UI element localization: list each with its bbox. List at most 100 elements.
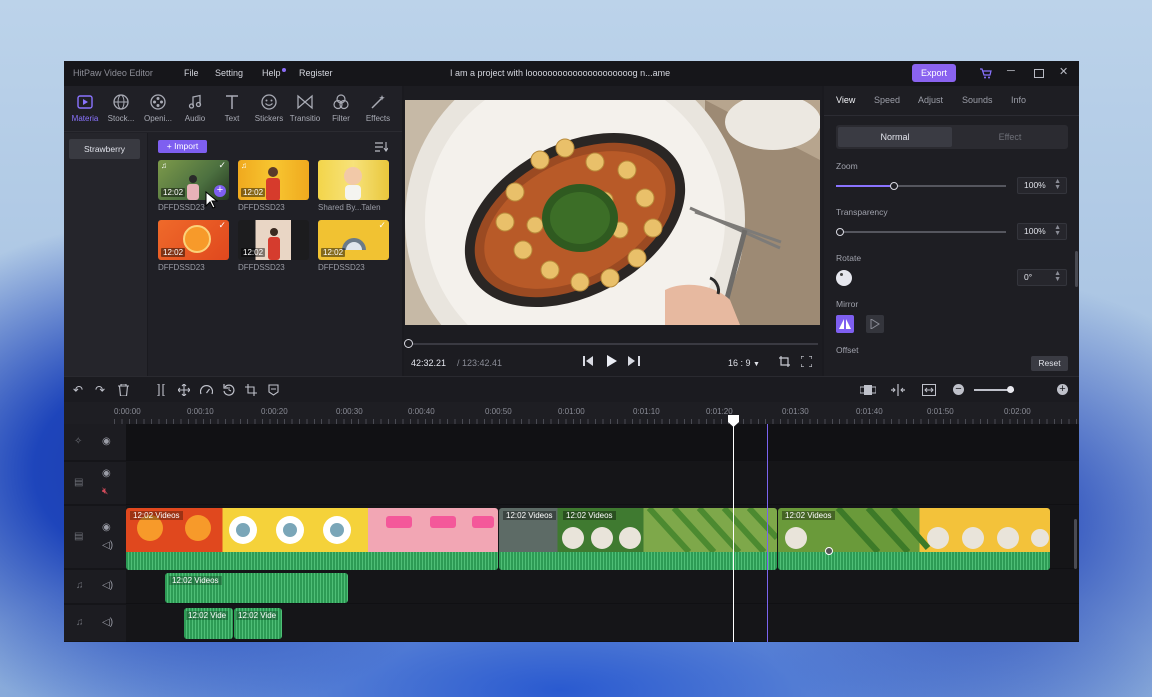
sort-icon[interactable] bbox=[375, 142, 388, 152]
mode-normal[interactable]: Normal bbox=[838, 127, 952, 147]
speaker-icon[interactable]: ◁) bbox=[102, 617, 113, 628]
speaker-muted-icon[interactable]: 🔇︎ bbox=[102, 486, 108, 497]
stepper-icon[interactable]: ▲ ▼ bbox=[1054, 270, 1061, 283]
move-icon[interactable] bbox=[178, 384, 190, 396]
tab-filter[interactable]: Filter bbox=[322, 94, 360, 123]
menu-setting[interactable]: Setting bbox=[215, 68, 243, 78]
crop-icon[interactable] bbox=[779, 356, 790, 367]
eye-icon[interactable]: ◉ bbox=[102, 436, 111, 447]
media-thumb[interactable]: ♫ ✓ 12:02 + bbox=[158, 160, 229, 200]
crop-rotate-icon[interactable] bbox=[245, 384, 257, 396]
filter-circles-icon bbox=[333, 94, 349, 110]
tab-opening[interactable]: Openi... bbox=[139, 94, 177, 123]
keyframe-handle[interactable] bbox=[825, 547, 833, 555]
play-icon[interactable] bbox=[607, 355, 617, 367]
zoom-value-input[interactable]: 100% ▲ ▼ bbox=[1017, 177, 1067, 194]
rotate-dial[interactable] bbox=[836, 270, 852, 286]
text-icon bbox=[226, 95, 238, 109]
zoom-slider[interactable] bbox=[836, 185, 1006, 187]
minimize-icon[interactable]: ─ bbox=[1007, 65, 1015, 77]
mode-effect[interactable]: Effect bbox=[954, 127, 1066, 147]
tab-materia[interactable]: Materia bbox=[66, 94, 104, 123]
rotate-value-input[interactable]: 0° ▲ ▼ bbox=[1017, 269, 1067, 286]
reset-button[interactable]: Reset bbox=[1031, 356, 1068, 371]
project-title: I am a project with looooooooooooooooooo… bbox=[450, 68, 671, 78]
tab-audio[interactable]: Audio bbox=[176, 94, 214, 123]
speaker-icon[interactable]: ◁) bbox=[102, 540, 113, 551]
film-icon: ▤ bbox=[74, 531, 84, 542]
timeline-zoom-knob[interactable] bbox=[1007, 386, 1014, 393]
media-thumb[interactable]: ✓ 12:02 bbox=[158, 220, 229, 260]
delete-icon[interactable] bbox=[118, 384, 129, 396]
clip-label: 12:02 Videos bbox=[563, 511, 616, 520]
tab-speed[interactable]: Speed bbox=[874, 95, 900, 105]
in-point-marker[interactable] bbox=[767, 424, 768, 642]
effects-track[interactable] bbox=[126, 424, 1079, 461]
redo-icon[interactable]: ↷ bbox=[92, 383, 108, 397]
tab-view[interactable]: View bbox=[836, 95, 855, 105]
split-icon[interactable] bbox=[156, 384, 166, 396]
zoom-slider-knob[interactable] bbox=[889, 182, 898, 190]
media-thumb[interactable]: ♫ 12:02 bbox=[238, 160, 309, 200]
playhead-line[interactable] bbox=[733, 424, 734, 642]
audio-clip[interactable]: 12:02 Vide bbox=[234, 608, 282, 639]
tab-effects[interactable]: Effects bbox=[359, 94, 397, 123]
zoom-in-icon[interactable]: + bbox=[1057, 384, 1068, 395]
next-frame-icon[interactable] bbox=[628, 356, 640, 366]
tab-text[interactable]: Text bbox=[213, 94, 251, 123]
reverse-icon[interactable] bbox=[223, 384, 235, 396]
fit-timeline-icon[interactable] bbox=[922, 384, 936, 396]
export-button[interactable]: Export bbox=[912, 64, 956, 82]
fit-clip-icon[interactable] bbox=[860, 385, 876, 395]
video-clip[interactable]: 12:02 Videos bbox=[126, 508, 498, 570]
video-track-1[interactable] bbox=[126, 462, 1079, 505]
tab-transition[interactable]: Transitio bbox=[286, 94, 324, 123]
timeline-scrollbar[interactable] bbox=[1074, 519, 1077, 569]
tab-adjust[interactable]: Adjust bbox=[918, 95, 943, 105]
cart-icon[interactable] bbox=[979, 67, 992, 79]
preview-progress-knob[interactable] bbox=[404, 339, 413, 348]
previous-frame-icon[interactable] bbox=[583, 356, 595, 366]
close-icon[interactable]: ✕ bbox=[1059, 65, 1068, 78]
import-button[interactable]: + Import bbox=[158, 140, 207, 153]
preview-progress-track[interactable] bbox=[408, 343, 818, 345]
audio-clip[interactable]: 12:02 Videos bbox=[165, 573, 348, 603]
snap-icon[interactable] bbox=[891, 384, 905, 396]
stepper-icon[interactable]: ▲ ▼ bbox=[1054, 224, 1061, 237]
playhead-handle[interactable] bbox=[728, 415, 739, 427]
tab-label: Audio bbox=[184, 114, 206, 123]
mirror-vertical-button[interactable] bbox=[866, 315, 884, 333]
tab-sounds[interactable]: Sounds bbox=[962, 95, 993, 105]
mirror-horizontal-button[interactable] bbox=[836, 315, 854, 333]
media-thumb[interactable] bbox=[318, 160, 389, 200]
mark-icon[interactable] bbox=[268, 384, 279, 396]
speaker-icon[interactable]: ◁) bbox=[102, 580, 113, 591]
eye-icon[interactable]: ◉ bbox=[102, 468, 111, 479]
video-clip[interactable]: 12:02 Videos 12:02 Videos bbox=[499, 508, 777, 570]
zoom-out-icon[interactable]: − bbox=[953, 384, 964, 395]
menu-file[interactable]: File bbox=[184, 68, 199, 78]
menu-register[interactable]: Register bbox=[299, 68, 333, 78]
fullscreen-icon[interactable] bbox=[801, 356, 812, 367]
media-thumb[interactable]: ✓ 12:02 bbox=[318, 220, 389, 260]
transparency-slider-knob[interactable] bbox=[836, 228, 844, 236]
transparency-slider[interactable] bbox=[836, 231, 1006, 233]
video-frame[interactable] bbox=[405, 100, 820, 325]
aspect-ratio-select[interactable]: 16 : 9 ▼ bbox=[728, 358, 760, 368]
undo-icon[interactable]: ↶ bbox=[70, 383, 86, 397]
tab-stock[interactable]: Stock... bbox=[102, 94, 140, 123]
folder-strawberry[interactable]: Strawberry bbox=[69, 139, 140, 159]
stepper-icon[interactable]: ▲ ▼ bbox=[1054, 178, 1061, 191]
properties-scrollbar[interactable] bbox=[1075, 251, 1078, 287]
menu-help[interactable]: Help bbox=[262, 68, 286, 78]
tab-stickers[interactable]: Stickers bbox=[250, 94, 288, 123]
transparency-value-input[interactable]: 100% ▲ ▼ bbox=[1017, 223, 1067, 240]
video-clip[interactable]: 12:02 Videos bbox=[778, 508, 1050, 570]
tab-info[interactable]: Info bbox=[1011, 95, 1026, 105]
maximize-icon[interactable] bbox=[1034, 69, 1044, 78]
media-thumb[interactable]: 12:02 bbox=[238, 220, 309, 260]
audio-clip[interactable]: 12:02 Vide bbox=[184, 608, 233, 639]
speed-icon[interactable] bbox=[200, 384, 213, 396]
eye-icon[interactable]: ◉ bbox=[102, 522, 111, 533]
time-ruler[interactable]: 0:00:00 0:00:10 0:00:20 0:00:30 0:00:40 … bbox=[64, 402, 1079, 424]
